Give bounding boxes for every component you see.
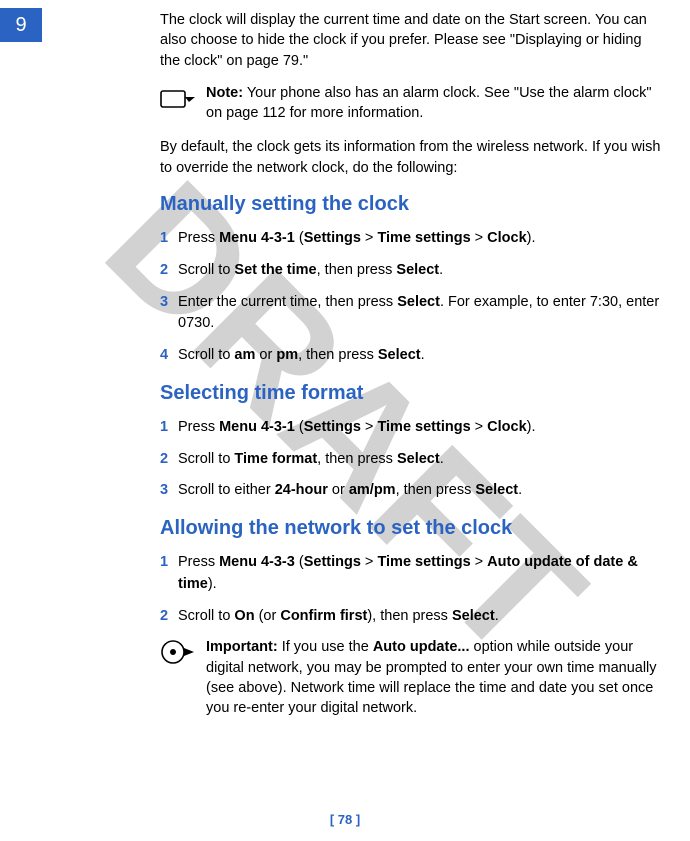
step-body: Scroll to either 24-hour or am/pm, then … [178, 480, 665, 502]
step-body: Scroll to Set the time, then press Selec… [178, 260, 665, 282]
step: 2 Scroll to Set the time, then press Sel… [160, 260, 665, 282]
note-label: Note: [206, 85, 243, 101]
step: 4 Scroll to am or pm, then press Select. [160, 345, 665, 367]
step-number: 1 [160, 417, 178, 439]
intro-paragraph: The clock will display the current time … [160, 10, 665, 71]
step: 3 Enter the current time, then press Sel… [160, 292, 665, 336]
heading-time-format: Selecting time format [160, 379, 665, 407]
step-number: 2 [160, 260, 178, 282]
step-body: Scroll to am or pm, then press Select. [178, 345, 665, 367]
page-number: [ 78 ] [0, 812, 690, 827]
important-label: Important: [206, 639, 278, 655]
note-icon [160, 85, 200, 113]
page-content: The clock will display the current time … [0, 0, 690, 719]
heading-manual-clock: Manually setting the clock [160, 190, 665, 218]
note-text: Your phone also has an alarm clock. See … [206, 85, 652, 121]
step-number: 3 [160, 292, 178, 336]
step-number: 3 [160, 480, 178, 502]
step: 1 Press Menu 4-3-1 (Settings > Time sett… [160, 228, 665, 250]
step-number: 1 [160, 552, 178, 596]
step-body: Press Menu 4-3-3 (Settings > Time settin… [178, 552, 665, 596]
step-number: 1 [160, 228, 178, 250]
default-paragraph: By default, the clock gets its informati… [160, 137, 665, 178]
step-body: Press Menu 4-3-1 (Settings > Time settin… [178, 228, 665, 250]
step: 1 Press Menu 4-3-3 (Settings > Time sett… [160, 552, 665, 596]
step: 3 Scroll to either 24-hour or am/pm, the… [160, 480, 665, 502]
step-body: Press Menu 4-3-1 (Settings > Time settin… [178, 417, 665, 439]
step: 1 Press Menu 4-3-1 (Settings > Time sett… [160, 417, 665, 439]
step-body: Scroll to Time format, then press Select… [178, 449, 665, 471]
step-number: 2 [160, 449, 178, 471]
chapter-tab: 9 [0, 8, 42, 42]
step-number: 2 [160, 606, 178, 628]
step-body: Scroll to On (or Confirm first), then pr… [178, 606, 665, 628]
heading-network-clock: Allowing the network to set the clock [160, 514, 665, 542]
important-body: Important: If you use the Auto update...… [206, 637, 665, 718]
important-callout: Important: If you use the Auto update...… [160, 637, 665, 718]
step: 2 Scroll to Time format, then press Sele… [160, 449, 665, 471]
important-icon [160, 639, 200, 667]
step-body: Enter the current time, then press Selec… [178, 292, 665, 336]
step-number: 4 [160, 345, 178, 367]
note-callout: Note: Your phone also has an alarm clock… [160, 83, 665, 124]
note-body: Note: Your phone also has an alarm clock… [206, 83, 665, 124]
step: 2 Scroll to On (or Confirm first), then … [160, 606, 665, 628]
